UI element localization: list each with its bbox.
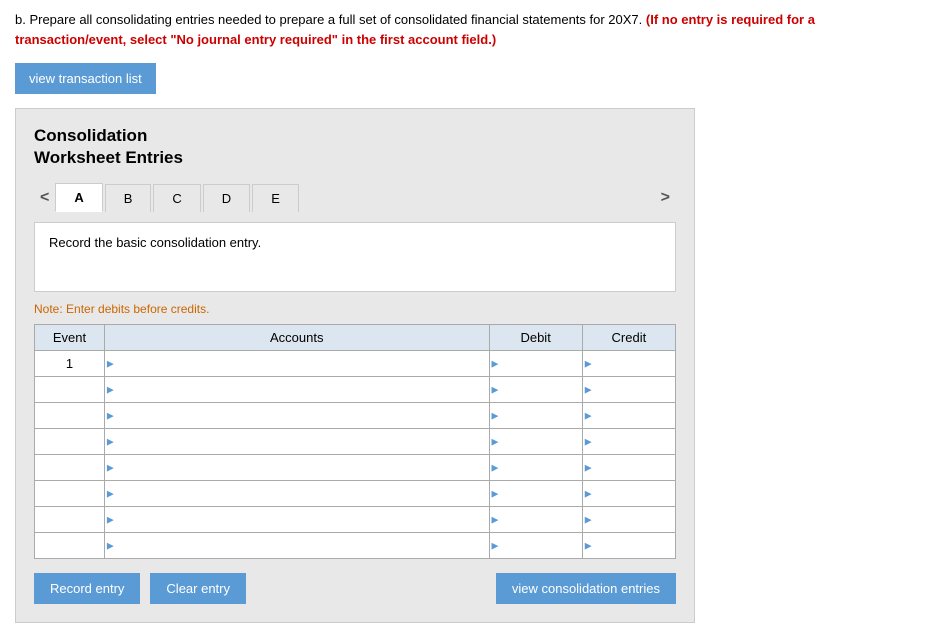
account-input[interactable] [105,377,489,402]
debit-cell [489,403,582,429]
debit-cell [489,429,582,455]
debit-input[interactable] [490,403,582,428]
account-cell [104,533,489,559]
tab-prev-button[interactable]: < [34,185,55,211]
event-cell [35,377,105,403]
debit-cell [489,481,582,507]
col-header-credit: Credit [582,325,675,351]
note-text: Note: Enter debits before credits. [34,302,676,316]
event-cell [35,533,105,559]
debit-input[interactable] [490,455,582,480]
table-row [35,533,676,559]
debit-input[interactable] [490,351,582,376]
col-header-event: Event [35,325,105,351]
account-cell [104,377,489,403]
view-transaction-list-button[interactable]: view transaction list [15,63,156,94]
credit-cell [582,507,675,533]
tab-b[interactable]: B [105,184,152,212]
col-header-accounts: Accounts [104,325,489,351]
debit-cell [489,377,582,403]
account-cell [104,351,489,377]
table-row [35,403,676,429]
table-row [35,377,676,403]
account-cell [104,429,489,455]
debit-cell [489,507,582,533]
account-cell [104,403,489,429]
worksheet-container: Consolidation Worksheet Entries < A B C … [15,108,695,623]
credit-input[interactable] [583,481,675,506]
event-cell [35,507,105,533]
credit-input[interactable] [583,455,675,480]
col-header-debit: Debit [489,325,582,351]
credit-cell [582,481,675,507]
table-row [35,481,676,507]
account-input[interactable] [105,533,489,558]
credit-cell [582,403,675,429]
debit-input[interactable] [490,377,582,402]
table-row [35,507,676,533]
tab-c[interactable]: C [153,184,200,212]
credit-input[interactable] [583,533,675,558]
instructions-text: b. Prepare all consolidating entries nee… [15,10,923,49]
account-cell [104,455,489,481]
table-row [35,429,676,455]
debit-input[interactable] [490,429,582,454]
account-input[interactable] [105,429,489,454]
credit-input[interactable] [583,507,675,532]
tabs-row: < A B C D E > [34,183,676,212]
account-cell [104,481,489,507]
credit-input[interactable] [583,403,675,428]
account-input[interactable] [105,481,489,506]
tab-d[interactable]: D [203,184,250,212]
debit-cell [489,351,582,377]
credit-cell [582,429,675,455]
credit-cell [582,351,675,377]
tab-e[interactable]: E [252,184,299,212]
tab-a[interactable]: A [55,183,102,212]
entry-table: Event Accounts Debit Credit 1 [34,324,676,559]
event-cell [35,429,105,455]
table-row [35,455,676,481]
debit-input[interactable] [490,481,582,506]
event-cell [35,481,105,507]
credit-cell [582,377,675,403]
instructions-normal: b. Prepare all consolidating entries nee… [15,12,642,27]
debit-input[interactable] [490,533,582,558]
entry-description-box: Record the basic consolidation entry. [34,222,676,292]
tab-next-button[interactable]: > [655,185,676,211]
credit-cell [582,533,675,559]
account-input[interactable] [105,507,489,532]
debit-cell [489,455,582,481]
worksheet-title: Consolidation Worksheet Entries [34,125,676,169]
debit-cell [489,533,582,559]
table-row: 1 [35,351,676,377]
event-cell [35,455,105,481]
credit-input[interactable] [583,377,675,402]
event-cell [35,403,105,429]
account-cell [104,507,489,533]
account-input[interactable] [105,351,489,376]
credit-input[interactable] [583,351,675,376]
account-input[interactable] [105,455,489,480]
credit-cell [582,455,675,481]
event-cell: 1 [35,351,105,377]
account-input[interactable] [105,403,489,428]
credit-input[interactable] [583,429,675,454]
entry-description-text: Record the basic consolidation entry. [49,235,261,250]
debit-input[interactable] [490,507,582,532]
